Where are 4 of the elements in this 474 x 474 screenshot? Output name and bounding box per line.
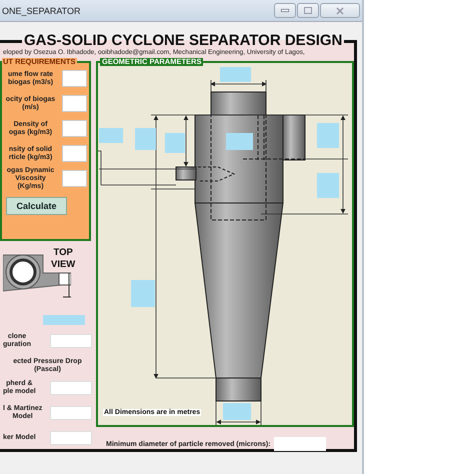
top-view-label: TOP VIEW	[51, 247, 76, 271]
calculate-button[interactable]: Calculate	[6, 197, 67, 215]
app-heading: GAS-SOLID CYCLONE SEPARATOR DESIGN	[23, 34, 344, 48]
window-title: ONE_SEPARATOR	[2, 6, 81, 16]
